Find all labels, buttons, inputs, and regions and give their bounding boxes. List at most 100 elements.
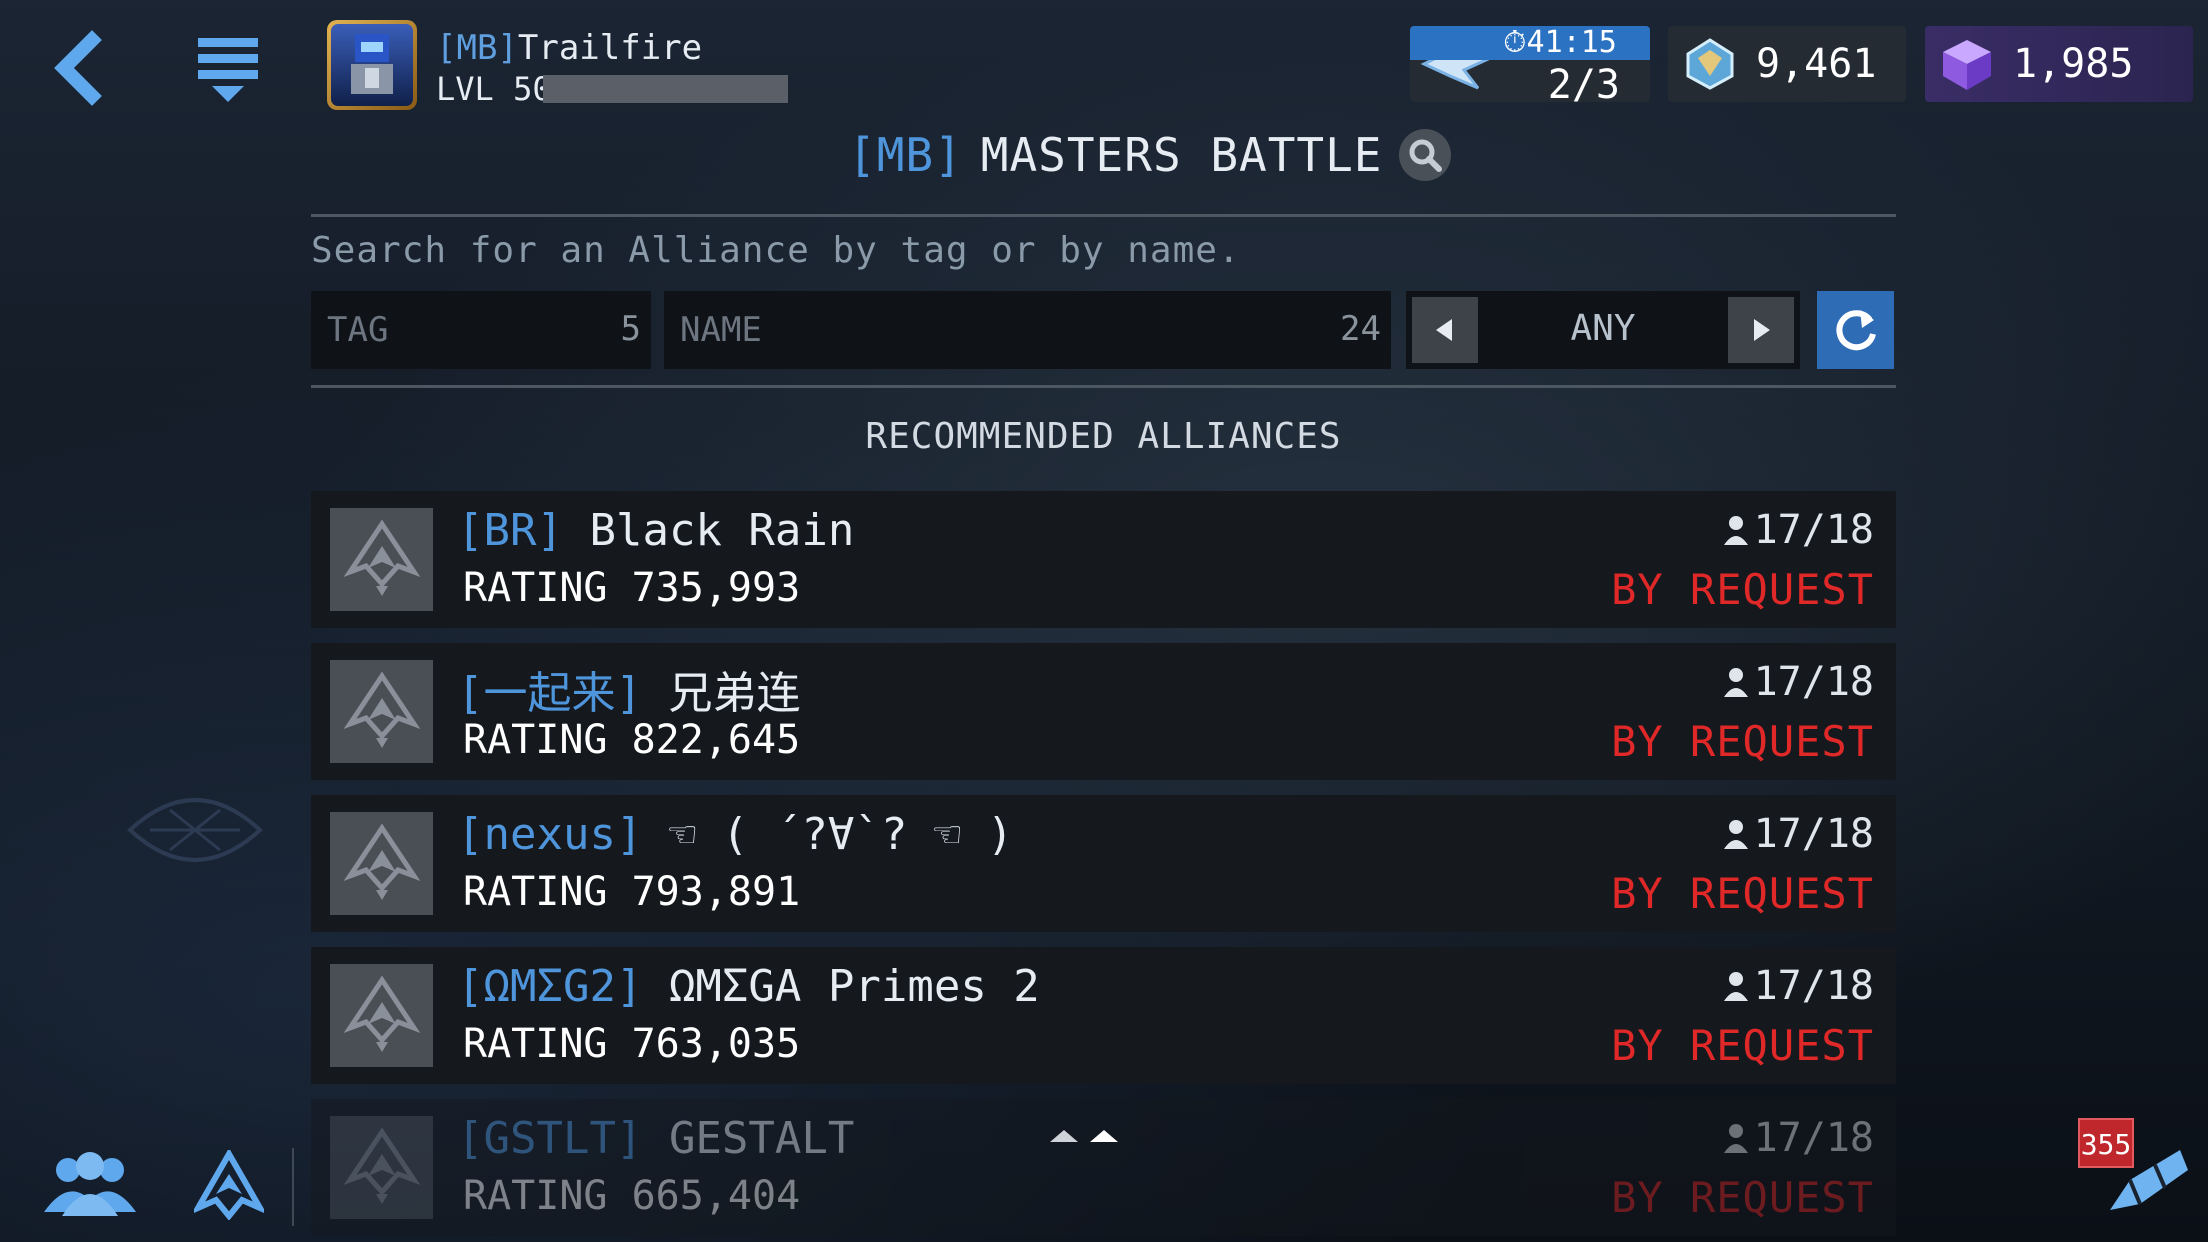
alliance-title: GESTALT: [668, 1113, 855, 1164]
xp-progress-bar: [543, 75, 788, 103]
alliance-title: ☜ ( ´?∀`? ☜ ): [668, 809, 1014, 860]
alliance-emblem-icon: [343, 974, 420, 1052]
alliance-emblem: [330, 964, 433, 1067]
alliance-emblem-icon: [343, 822, 420, 900]
chat-unread-badge: 355: [2078, 1118, 2134, 1168]
tag-field[interactable]: 5: [311, 291, 651, 369]
energy-widget[interactable]: ⏱41:15 2/3: [1410, 26, 1650, 102]
alliance-members: 17/18: [1723, 1115, 1874, 1161]
divider-mid: [311, 385, 1896, 388]
triangle-left-icon: [1436, 319, 1452, 341]
tag-input[interactable]: [311, 291, 651, 369]
player-tag: [MB]: [436, 28, 518, 68]
alliance-members: 17/18: [1723, 507, 1874, 553]
join-status: BY REQUEST: [1611, 717, 1874, 766]
alliance-emblem-icon: [343, 518, 420, 596]
name-field[interactable]: 24: [664, 291, 1391, 369]
alliance-title: ΩMΣGA Primes 2: [668, 961, 1040, 1012]
alliance-row[interactable]: [nexus] ☜ ( ´?∀`? ☜ ) RATING 793,891 17/…: [311, 795, 1896, 932]
avatar-portrait-icon: [351, 34, 393, 94]
alliance-tag: [MB]: [848, 128, 963, 182]
alliance-row[interactable]: [GSTLT] GESTALT RATING 665,404 17/18 BY …: [311, 1099, 1896, 1236]
player-name-text: Trailfire: [517, 28, 703, 68]
gems-value: 1,985: [2013, 41, 2134, 87]
filter-value: ANY: [1570, 308, 1636, 349]
alliance-members: 17/18: [1723, 963, 1874, 1009]
search-button[interactable]: [1398, 129, 1451, 181]
energy-timer: ⏱41:15: [1410, 26, 1650, 60]
refresh-button[interactable]: [1817, 291, 1894, 369]
person-icon: [1723, 516, 1748, 545]
energy-timer-text: 41:15: [1526, 26, 1617, 60]
background-emblem-icon: [127, 798, 263, 862]
join-status: BY REQUEST: [1611, 1173, 1874, 1222]
back-button[interactable]: [40, 28, 120, 108]
menu-icon: [198, 38, 258, 102]
name-input[interactable]: [664, 291, 1391, 369]
member-count: 17/18: [1753, 659, 1874, 705]
alliance-emblem: [330, 812, 433, 915]
player-level: LVL 50: [436, 70, 552, 108]
timer-icon: ⏱: [1503, 26, 1527, 60]
alliance-title: Black Rain: [589, 505, 855, 556]
alliance-emblem-icon: [343, 1126, 420, 1204]
member-count: 17/18: [1753, 507, 1874, 553]
member-count: 17/18: [1753, 1115, 1874, 1161]
person-icon: [1723, 972, 1748, 1001]
alliance-name: [ΩMΣG2] ΩMΣGA Primes 2: [457, 961, 1040, 1012]
gem-cube-icon: [1943, 40, 1991, 90]
search-hint: Search for an Alliance by tag or by name…: [311, 230, 1241, 271]
alliance-row[interactable]: [一起来] 兄弟连 RATING 822,645 17/18 BY REQUES…: [311, 643, 1896, 780]
alliance-name: [GSTLT] GESTALT: [457, 1113, 854, 1164]
energon-currency[interactable]: 9,461: [1668, 26, 1906, 102]
search-icon: [1409, 139, 1442, 172]
alliance-tag: [BR]: [457, 505, 563, 556]
alliance-name: [BR] Black Rain: [457, 505, 854, 556]
chevron-left-icon: [54, 30, 102, 106]
alliance-emblem: [330, 508, 433, 611]
alliance-rating: RATING 735,993: [463, 565, 801, 611]
filter-next-button[interactable]: [1728, 297, 1794, 363]
bottom-divider: [292, 1148, 294, 1226]
member-count: 17/18: [1753, 963, 1874, 1009]
filter-prev-button[interactable]: [1412, 297, 1478, 363]
scroll-indicator-icon: [1050, 1130, 1118, 1142]
alliance-emblem-icon: [190, 1147, 268, 1221]
member-count: 17/18: [1753, 811, 1874, 857]
person-icon: [1723, 820, 1748, 849]
alliance-tag: [nexus]: [457, 809, 643, 860]
alliance-members-button[interactable]: [40, 1150, 140, 1220]
alliance-emblem: [330, 660, 433, 763]
join-type-filter: ANY: [1406, 291, 1800, 369]
alliance-home-button[interactable]: [190, 1147, 268, 1221]
player-avatar[interactable]: [327, 20, 417, 110]
divider-top: [311, 214, 1896, 217]
menu-button[interactable]: [190, 28, 270, 112]
alliance-tag: [ΩMΣG2]: [457, 961, 643, 1012]
refresh-icon: [1835, 310, 1876, 351]
alliance-name: [一起来] 兄弟连: [457, 657, 800, 721]
alliance-members: 17/18: [1723, 659, 1874, 705]
name-char-limit: 24: [1340, 309, 1381, 349]
join-status: BY REQUEST: [1611, 869, 1874, 918]
alliance-icon: [44, 1152, 136, 1216]
alliance-tag: [GSTLT]: [457, 1113, 643, 1164]
alliance-row[interactable]: [BR] Black Rain RATING 735,993 17/18 BY …: [311, 491, 1896, 628]
gems-currency[interactable]: 1,985: [1925, 26, 2193, 102]
join-status: BY REQUEST: [1611, 1021, 1874, 1070]
alliance-row[interactable]: [ΩMΣG2] ΩMΣGA Primes 2 RATING 763,035 17…: [311, 947, 1896, 1084]
energy-count: 2/3: [1547, 62, 1620, 102]
alliance-name: [nexus] ☜ ( ´?∀`? ☜ ): [457, 809, 1013, 860]
player-name: [MB]Trailfire: [436, 28, 702, 68]
triangle-right-icon: [1754, 319, 1770, 341]
alliance-rating: RATING 822,645: [463, 717, 801, 763]
person-icon: [1723, 1124, 1748, 1153]
alliance-rating: RATING 793,891: [463, 869, 801, 915]
energon-icon: [1686, 38, 1734, 90]
alliance-name: MASTERS BATTLE: [980, 128, 1383, 182]
alliance-members: 17/18: [1723, 811, 1874, 857]
person-icon: [1723, 668, 1748, 697]
section-title: RECOMMENDED ALLIANCES: [865, 416, 1342, 457]
join-status: BY REQUEST: [1611, 565, 1874, 614]
alliance-rating: RATING 763,035: [463, 1021, 801, 1067]
